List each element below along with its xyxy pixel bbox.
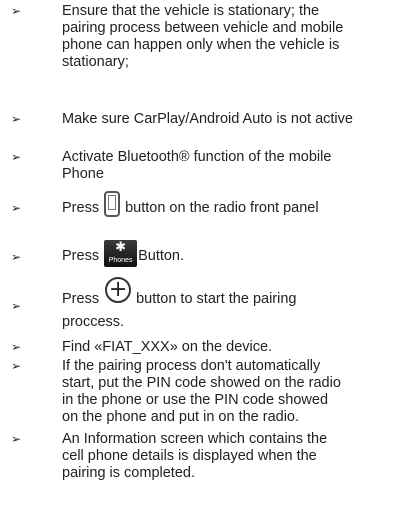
bluetooth-icon: ✱ [115, 240, 127, 256]
instruction-text: Find «FIAT_XXX» on the device. [62, 339, 273, 355]
bullet-arrow-icon: ➢ [11, 299, 22, 313]
instruction-text: An Information screen which contains the… [62, 431, 328, 481]
bullet-arrow-icon: ➢ [11, 201, 22, 215]
bullet-arrow-icon: ➢ [11, 250, 22, 264]
phones-icon-label: Phones [108, 257, 133, 265]
bullet-arrow-icon: ➢ [11, 150, 22, 164]
plus-circle-icon: + [105, 277, 132, 304]
instruction-text: Press ✱ Phones Button. [62, 240, 184, 272]
bullet-arrow-icon: ➢ [11, 340, 22, 354]
bullet-arrow-icon: ➢ [11, 359, 22, 373]
phone-button-icon [104, 191, 121, 218]
bullet-arrow-icon: ➢ [11, 432, 22, 446]
instruction-text: Press + button to start the pairing procce… [62, 277, 297, 330]
instruction-text: If the pairing process don't automatical… [62, 358, 341, 425]
instruction-text: Ensure that the vehicle is stationary; t… [62, 3, 344, 70]
bluetooth-phones-icon: ✱ Phones [104, 240, 138, 268]
bullet-arrow-icon: ➢ [11, 4, 22, 18]
bullet-arrow-icon: ➢ [11, 112, 22, 126]
instruction-text: Make sure CarPlay/Android Auto is not ac… [62, 111, 353, 127]
instruction-text: Activate Bluetooth® function of the mobi… [62, 149, 332, 182]
instruction-text: Press button on the radio front panel [62, 191, 319, 223]
